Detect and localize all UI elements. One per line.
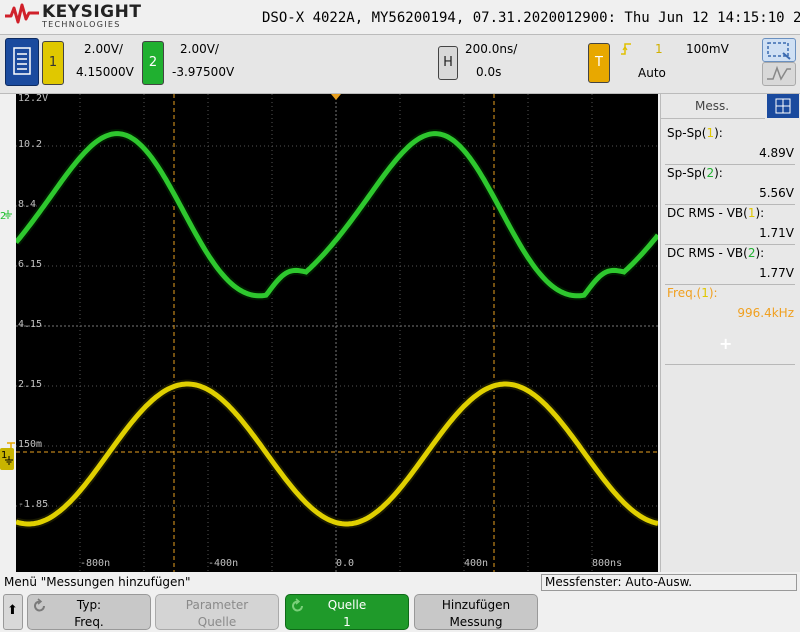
measurement-label-prefix: DC RMS - VB( [667, 246, 748, 260]
measurement-separator [665, 204, 795, 205]
measurement-separator [665, 284, 795, 285]
add-measurement-icon[interactable]: + [719, 334, 732, 353]
measurement-label-suffix: ): [755, 246, 765, 260]
y-axis-label: 8.4 [18, 199, 37, 210]
zoom-button[interactable] [762, 38, 796, 62]
waveform-mode-icon [767, 65, 791, 81]
waveform-graticule [16, 94, 658, 572]
horizontal-delay: 0.0s [476, 65, 502, 79]
trigger-mode: Auto [638, 66, 666, 80]
measurement-label[interactable]: Sp-Sp(2): [667, 166, 723, 180]
measurement-label[interactable]: DC RMS - VB(1): [667, 206, 764, 220]
keysight-logo-icon [5, 3, 39, 24]
channel-2-offset: -3.97500V [172, 65, 235, 79]
parameter-value: Quelle [197, 615, 237, 629]
measurement-value: 5.56V [759, 186, 794, 200]
y-axis-label: 4.15 [18, 319, 43, 330]
measurement-panel: Mess. Sp-Sp(1): 4.89V Sp-Sp(2): 5.56V DC RMS… [660, 94, 800, 572]
measurement-separator [665, 244, 795, 245]
brand-subtitle: TECHNOLOGIES [42, 20, 121, 29]
measurement-label-suffix: ): [714, 166, 723, 180]
measurement-channel: 1 [706, 126, 715, 140]
measurement-value: 4.89V [759, 146, 794, 160]
trigger-level: 100mV [686, 42, 729, 56]
channel-2-trace-outline [16, 129, 658, 301]
measurement-label-suffix: ): [755, 206, 765, 220]
parameter-softkey[interactable]: Parameter Quelle [155, 594, 279, 630]
trigger-position-marker [331, 94, 341, 100]
hinzufuegen-softkey[interactable]: Hinzufügen Messung [414, 594, 538, 630]
y-top-label: 12.2V [18, 94, 49, 104]
waveform-display[interactable]: 12.2V 10.2 8.4 6.15 4.15 2.15 150m -1.85 -800n… [16, 94, 658, 572]
hinzufuegen-label: Hinzufügen [441, 598, 511, 612]
ground-icon [4, 210, 12, 219]
measurement-label-prefix: Sp-Sp( [667, 166, 707, 180]
status-window-text: Messfenster: Auto-Ausw. [545, 575, 693, 589]
channel-2-button[interactable]: 2 [142, 41, 164, 85]
menu-icon [13, 47, 31, 75]
channel-2-scale: 2.00V/ [180, 42, 219, 56]
y-axis-label: 10.2 [18, 139, 43, 150]
y-axis-label: 2.15 [18, 379, 43, 390]
up-arrow-icon: ⬆ [7, 603, 18, 618]
x-axis-label: -800n [80, 558, 111, 569]
measurement-label-suffix: ): [708, 286, 718, 300]
measurement-label-prefix: Sp-Sp( [667, 126, 707, 140]
back-button[interactable]: ⬆ [3, 594, 23, 630]
brand-name: KEYSIGHT [42, 2, 142, 22]
measurement-label-prefix: Freq.( [667, 286, 702, 300]
quelle-value: 1 [343, 615, 351, 629]
horizontal-scale: 200.0ns/ [465, 42, 518, 56]
measurement-label[interactable]: DC RMS - VB(2): [667, 246, 764, 260]
ground-icon [5, 456, 13, 465]
channel-2-trace [16, 131, 658, 299]
typ-value: Freq. [74, 615, 104, 629]
measurement-tab[interactable]: Mess. [661, 94, 765, 119]
measurement-value: 1.71V [759, 226, 794, 240]
y-axis-label: 6.15 [18, 259, 43, 270]
waveform-mode-button[interactable] [762, 62, 796, 86]
x-axis-label: -400n [208, 558, 239, 569]
channel-1-offset: 4.15000V [76, 65, 134, 79]
y-axis-label: 150m [18, 439, 43, 450]
x-axis-label: 400n [464, 558, 489, 569]
measurement-value: 996.4kHz [737, 306, 794, 320]
channel-1-trace-outline [16, 379, 658, 529]
channel-1-ground-marker[interactable]: 1 [0, 448, 14, 470]
horizontal-button[interactable]: H [438, 46, 458, 80]
trigger-source: 1 [655, 42, 663, 56]
x-axis-label: 0.0 [336, 558, 355, 569]
other-tab[interactable] [767, 94, 799, 118]
parameter-label: Parameter [185, 598, 249, 612]
measurement-label-prefix: DC RMS - VB( [667, 206, 748, 220]
typ-label: Typ: [76, 598, 102, 612]
zoom-icon [767, 42, 791, 60]
measurement-label[interactable]: Freq.(1): [667, 286, 718, 300]
rising-edge-icon [621, 43, 631, 55]
measurement-channel: 2 [706, 166, 715, 180]
channel-2-ground-marker[interactable]: 2 [0, 204, 14, 222]
instrument-title: DSO-X 4022A, MY56200194, 07.31.202001290… [262, 10, 800, 26]
measurement-value: 1.77V [759, 266, 794, 280]
quelle-softkey[interactable]: Quelle 1 [285, 594, 409, 630]
channel-1-scale: 2.00V/ [84, 42, 123, 56]
status-window-box: Messfenster: Auto-Ausw. [541, 574, 797, 591]
measurement-channel: 1 [701, 286, 709, 300]
measurement-label[interactable]: Sp-Sp(1): [667, 126, 723, 140]
typ-softkey[interactable]: Typ: Freq. [27, 594, 151, 630]
measurement-tab-label: Mess. [695, 99, 730, 113]
x-axis-label: 800ns [592, 558, 623, 569]
hinzufuegen-value: Messung [449, 615, 503, 629]
measurement-separator [665, 164, 795, 165]
menu-button[interactable] [5, 38, 39, 86]
y-axis-label: -1.85 [18, 499, 49, 510]
channel-1-button[interactable]: 1 [42, 41, 64, 85]
grid-icon [775, 98, 791, 114]
quelle-label: Quelle [327, 598, 367, 612]
trigger-button[interactable]: T [588, 43, 610, 83]
measurement-separator [665, 364, 795, 365]
status-menu-text: Menü "Messungen hinzufügen" [4, 575, 191, 589]
measurement-label-suffix: ): [714, 126, 723, 140]
